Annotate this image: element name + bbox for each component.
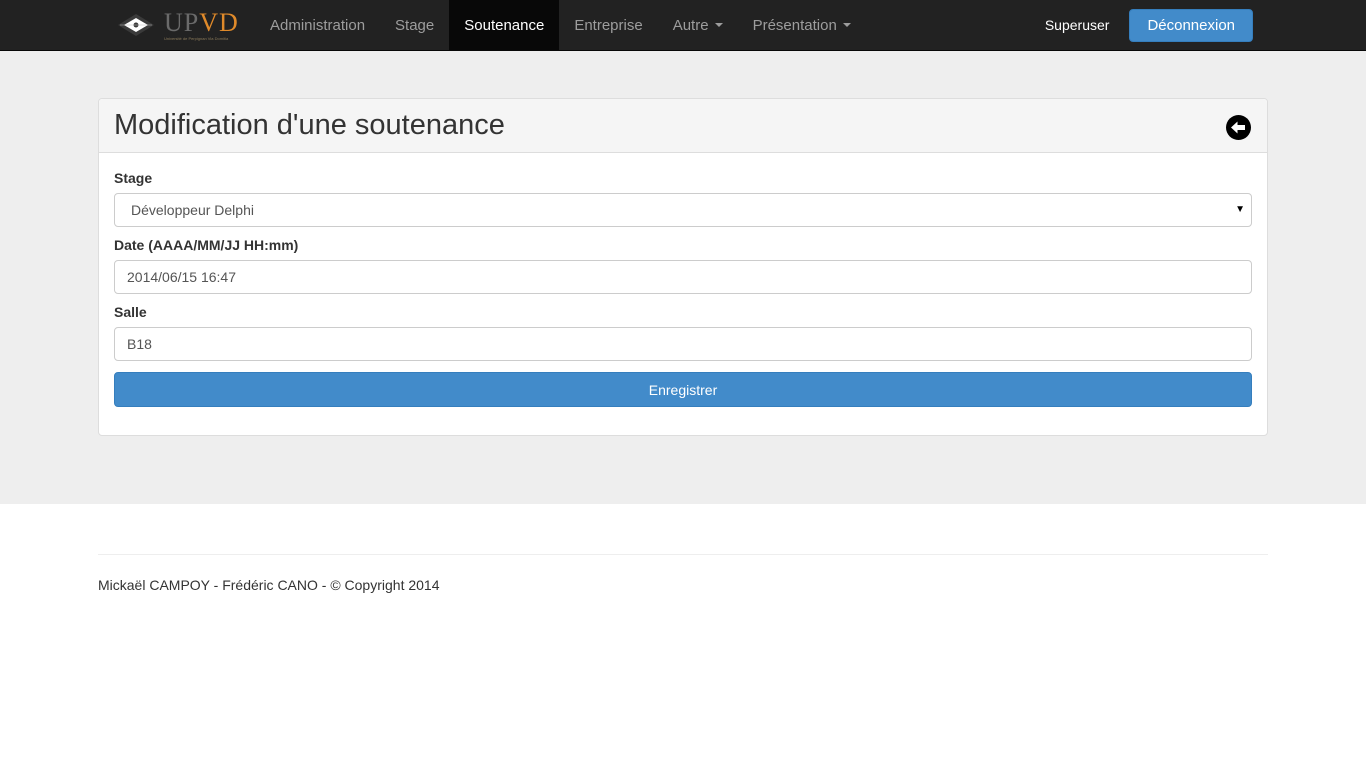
nav-item-soutenance[interactable]: Soutenance bbox=[449, 0, 560, 50]
date-label: Date (AAAA/MM/JJ HH:mm) bbox=[114, 237, 299, 253]
select-arrow-icon: ▼ bbox=[1235, 204, 1245, 215]
date-input[interactable] bbox=[114, 260, 1252, 294]
salle-input[interactable] bbox=[114, 327, 1252, 361]
logout-button[interactable]: Déconnexion bbox=[1129, 8, 1253, 42]
stage-selected-value: Développeur Delphi bbox=[131, 202, 254, 218]
main-content: Modification d'une soutenance Stage Déve… bbox=[0, 51, 1366, 504]
nav-item-label: Soutenance bbox=[464, 16, 545, 34]
nav-item-label: Autre bbox=[672, 16, 709, 34]
nav-item-entreprise[interactable]: Entreprise bbox=[559, 0, 657, 50]
edit-soutenance-panel: Modification d'une soutenance Stage Déve… bbox=[98, 98, 1268, 436]
brand-tagline: Université de Perpignan Via Domitia bbox=[164, 35, 229, 41]
upvd-logo[interactable]: UPVD Université de Perpignan Via Domitia bbox=[116, 8, 248, 42]
nav-item-stage[interactable]: Stage bbox=[380, 0, 449, 50]
caret-down-icon bbox=[714, 23, 723, 27]
nav-right: Superuser Déconnexion bbox=[1045, 0, 1253, 50]
caret-down-icon bbox=[842, 23, 851, 27]
footer-copyright: Mickaël CAMPOY - Frédéric CANO - © Copyr… bbox=[98, 577, 440, 593]
upvd-emblem-icon bbox=[116, 8, 156, 42]
top-navbar: UPVD Université de Perpignan Via Domitia… bbox=[0, 0, 1366, 51]
nav-item-label: Stage bbox=[395, 16, 435, 34]
nav-item-label: Administration bbox=[270, 16, 366, 34]
brand-letters-vd: VD bbox=[199, 7, 239, 37]
nav-item-label: Entreprise bbox=[574, 16, 643, 34]
footer-divider bbox=[98, 554, 1268, 555]
upvd-wordmark: UPVD Université de Perpignan Via Domitia bbox=[164, 7, 239, 41]
salle-label: Salle bbox=[114, 304, 147, 320]
stage-label: Stage bbox=[114, 170, 153, 186]
nav-item-autre[interactable]: Autre bbox=[658, 0, 738, 50]
panel-heading: Modification d'une soutenance bbox=[99, 99, 1267, 153]
brand-letters-up: UP bbox=[164, 7, 200, 37]
save-button[interactable]: Enregistrer bbox=[114, 372, 1252, 407]
form-body: Stage Développeur Delphi ▼ Date (AAAA/MM… bbox=[99, 153, 1267, 407]
nav-item-label: Présentation bbox=[752, 16, 837, 34]
main-nav: Administration Stage Soutenance Entrepri… bbox=[255, 0, 866, 50]
nav-item-administration[interactable]: Administration bbox=[255, 0, 380, 50]
circle-arrow-left-icon[interactable] bbox=[1226, 115, 1251, 140]
current-user[interactable]: Superuser bbox=[1045, 17, 1110, 33]
stage-select[interactable]: Développeur Delphi ▼ bbox=[114, 193, 1252, 227]
nav-item-presentation[interactable]: Présentation bbox=[738, 0, 866, 50]
page-title: Modification d'une soutenance bbox=[114, 109, 505, 141]
